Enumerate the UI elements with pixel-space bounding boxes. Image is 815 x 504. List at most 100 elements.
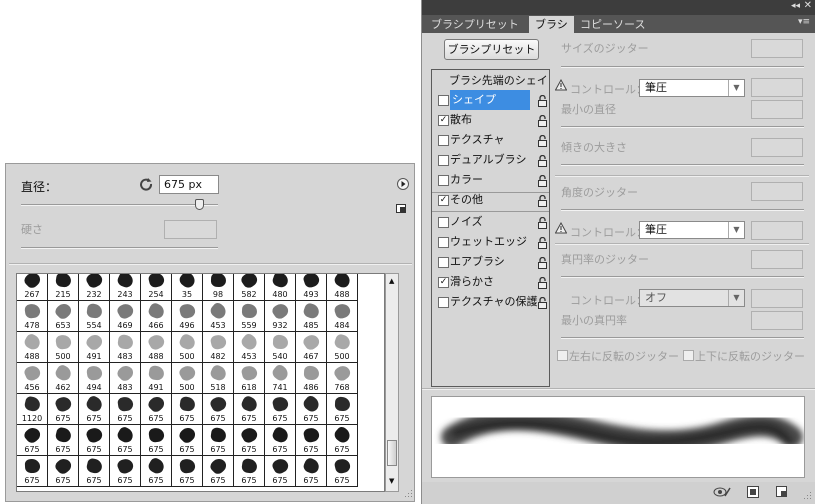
roundness-jitter-slider[interactable] bbox=[561, 276, 804, 278]
brush-preset-thumbnail[interactable]: 675 bbox=[172, 394, 203, 425]
brush-preset-thumbnail[interactable]: 675 bbox=[265, 394, 296, 425]
brush-option-item[interactable]: カラー bbox=[432, 170, 549, 190]
tilt-scale-slider[interactable] bbox=[561, 164, 804, 166]
brush-preset-thumbnail[interactable]: 675 bbox=[48, 425, 79, 456]
brush-preset-thumbnail[interactable]: 486 bbox=[296, 363, 327, 394]
brush-option-item[interactable]: デュアルブラシ bbox=[432, 150, 549, 170]
scroll-up-arrow-icon[interactable]: ▲ bbox=[389, 277, 394, 285]
brush-preset-thumbnail[interactable]: 485 bbox=[296, 301, 327, 332]
size-jitter-slider[interactable] bbox=[561, 66, 804, 68]
brush-preset-thumbnail[interactable]: 215 bbox=[48, 274, 79, 301]
panel-titlebar[interactable]: ◂◂ ✕ bbox=[422, 0, 815, 15]
lock-icon[interactable] bbox=[538, 256, 547, 269]
option-checkbox[interactable]: ✓ bbox=[438, 115, 449, 126]
brush-preset-thumbnail[interactable]: 675 bbox=[172, 424, 203, 456]
lock-icon[interactable] bbox=[538, 296, 547, 309]
brush-preset-thumbnail[interactable]: 675 bbox=[79, 456, 110, 487]
brush-preset-thumbnail[interactable]: 500 bbox=[48, 332, 79, 363]
lock-icon[interactable] bbox=[538, 114, 547, 127]
brush-option-item[interactable]: テクスチャ bbox=[432, 130, 549, 150]
close-icon[interactable]: ✕ bbox=[804, 0, 812, 11]
brush-preset-thumbnail[interactable]: 480 bbox=[265, 274, 296, 301]
flip-y-checkbox[interactable] bbox=[683, 350, 694, 361]
brush-preset-thumbnail[interactable]: 466 bbox=[141, 301, 172, 332]
brush-preset-thumbnail[interactable]: 540 bbox=[265, 332, 296, 363]
brush-preset-thumbnail[interactable]: 462 bbox=[48, 363, 79, 394]
angle-control-dropdown[interactable]: 筆圧 ▼ bbox=[639, 221, 745, 239]
brush-preset-thumbnail[interactable]: 488 bbox=[141, 332, 172, 363]
brush-preset-thumbnail[interactable]: 496 bbox=[172, 301, 203, 332]
tilt-scale-input[interactable] bbox=[751, 138, 803, 157]
brush-preset-thumbnail[interactable]: 500 bbox=[172, 363, 203, 394]
brush-preset-thumbnail[interactable]: 768 bbox=[327, 363, 358, 394]
brush-preset-thumbnail[interactable]: 491 bbox=[141, 363, 172, 394]
tab-clone-source[interactable]: コピーソース bbox=[574, 16, 651, 33]
brush-preset-thumbnail[interactable]: 232 bbox=[79, 274, 110, 301]
brush-preset-thumbnail[interactable]: 491 bbox=[79, 331, 110, 363]
angle-jitter-input[interactable] bbox=[751, 182, 803, 201]
brush-option-item[interactable]: テクスチャの保護 bbox=[432, 292, 549, 312]
brush-preset-thumbnail[interactable]: 675 bbox=[17, 424, 48, 456]
flip-x-checkbox[interactable] bbox=[557, 350, 568, 361]
brush-preset-thumbnail[interactable]: 675 bbox=[203, 425, 234, 456]
lock-icon[interactable] bbox=[538, 94, 547, 107]
min-diameter-slider[interactable] bbox=[561, 126, 804, 128]
brush-preset-thumbnail[interactable]: 932 bbox=[265, 301, 296, 332]
option-checkbox[interactable] bbox=[438, 175, 449, 186]
brush-preset-thumbnail[interactable]: 483 bbox=[110, 362, 141, 394]
brush-preset-thumbnail[interactable]: 582 bbox=[234, 274, 265, 301]
scroll-thumb[interactable] bbox=[387, 440, 397, 466]
lock-icon[interactable] bbox=[538, 174, 547, 187]
brush-preset-thumbnail[interactable]: 675 bbox=[234, 394, 265, 425]
brush-preset-thumbnail[interactable]: 559 bbox=[234, 301, 265, 332]
brush-preset-thumbnail[interactable]: 493 bbox=[296, 274, 327, 301]
brush-preset-thumbnail[interactable]: 675 bbox=[141, 393, 172, 425]
new-preset-icon[interactable] bbox=[396, 204, 407, 214]
brush-preset-thumbnail[interactable]: 675 bbox=[141, 456, 172, 487]
brush-preset-thumbnail[interactable]: 494 bbox=[79, 363, 110, 394]
brush-option-item[interactable]: ノイズ bbox=[432, 212, 549, 232]
brush-preset-thumbnail[interactable]: 554 bbox=[79, 301, 110, 332]
brush-preset-thumbnail[interactable]: 675 bbox=[110, 394, 141, 425]
toggle-live-tip-icon[interactable] bbox=[713, 486, 731, 498]
brush-preset-thumbnail[interactable]: 267 bbox=[17, 274, 48, 301]
diameter-slider-track[interactable] bbox=[21, 204, 218, 206]
roundness-control-dropdown[interactable]: オフ ▼ bbox=[639, 289, 745, 307]
brush-preset-thumbnail[interactable]: 675 bbox=[172, 456, 203, 487]
min-diameter-input[interactable] bbox=[751, 100, 803, 119]
brush-preset-thumbnail[interactable]: 675 bbox=[141, 425, 172, 456]
brush-preset-thumbnail[interactable]: 675 bbox=[110, 425, 141, 456]
brush-preset-thumbnail[interactable]: 675 bbox=[48, 455, 79, 487]
brush-preset-thumbnail[interactable]: 243 bbox=[110, 274, 141, 301]
brush-preset-thumbnail[interactable]: 675 bbox=[327, 456, 358, 487]
reset-size-icon[interactable] bbox=[139, 177, 153, 191]
lock-icon[interactable] bbox=[538, 276, 547, 289]
roundness-jitter-input[interactable] bbox=[751, 250, 803, 269]
brush-preset-thumbnail[interactable]: 618 bbox=[234, 363, 265, 394]
lock-icon[interactable] bbox=[538, 154, 547, 167]
brush-preset-thumbnail[interactable]: 675 bbox=[296, 393, 327, 425]
brush-preset-thumbnail[interactable]: 467 bbox=[296, 332, 327, 363]
brush-preset-thumbnail[interactable]: 488 bbox=[327, 274, 358, 301]
brush-preset-thumbnail[interactable]: 675 bbox=[79, 394, 110, 425]
hardness-input[interactable] bbox=[164, 220, 217, 239]
tab-brush-presets[interactable]: ブラシプリセット bbox=[425, 16, 525, 33]
option-checkbox[interactable] bbox=[438, 95, 449, 106]
option-checkbox[interactable] bbox=[438, 155, 449, 166]
brush-preset-thumbnail[interactable]: 675 bbox=[327, 394, 358, 425]
brush-preset-thumbnail[interactable]: 478 bbox=[17, 301, 48, 332]
preset-scrollbar[interactable]: ▲ ▼ bbox=[385, 273, 399, 492]
option-checkbox[interactable] bbox=[438, 135, 449, 146]
option-checkbox[interactable] bbox=[438, 257, 449, 268]
brush-preset-thumbnail[interactable]: 500 bbox=[172, 332, 203, 363]
brush-preset-thumbnail[interactable]: 675 bbox=[110, 456, 141, 487]
brush-preset-thumbnail[interactable]: 675 bbox=[234, 456, 265, 487]
brush-preset-thumbnail[interactable]: 675 bbox=[265, 456, 296, 487]
lock-icon[interactable] bbox=[538, 194, 547, 207]
min-roundness-input[interactable] bbox=[751, 311, 803, 330]
control-value-input[interactable] bbox=[751, 78, 803, 97]
brush-preset-thumbnail[interactable]: 675 bbox=[203, 455, 234, 487]
brush-preset-thumbnail[interactable]: 675 bbox=[234, 425, 265, 456]
brush-preset-thumbnail[interactable]: 456 bbox=[17, 363, 48, 394]
grid-view-icon[interactable] bbox=[747, 486, 759, 498]
